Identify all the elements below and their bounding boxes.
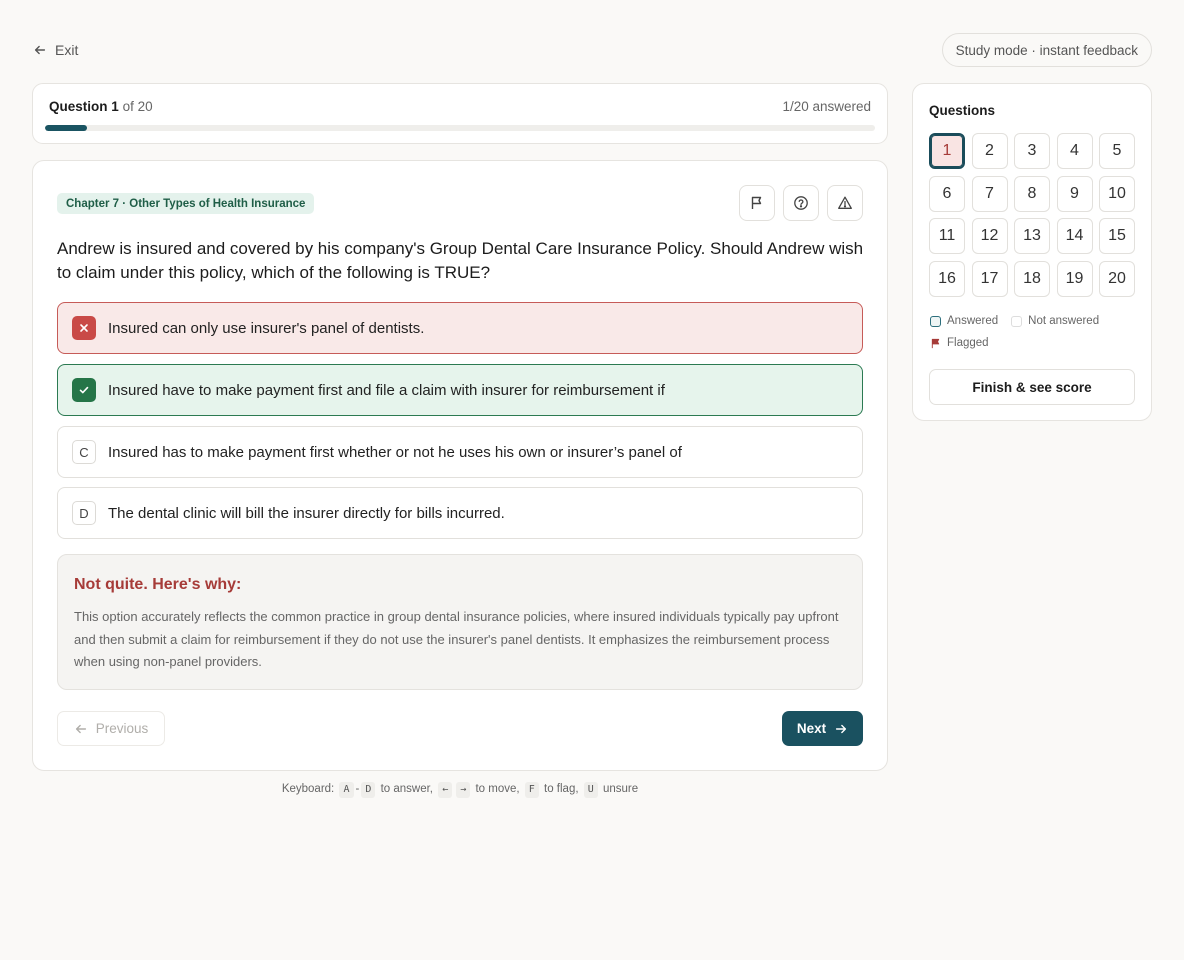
question-nav-12[interactable]: 12 (971, 218, 1008, 254)
hint-unsure: unsure (602, 783, 639, 795)
unsure-button[interactable] (783, 185, 819, 221)
flag-icon (931, 338, 940, 348)
keyboard-hint: Keyboard: A-D to answer, ← → to move, F t… (32, 782, 888, 798)
question-counter: Question 1 of 20 (49, 99, 153, 114)
option-c-badge: C (72, 440, 96, 464)
question-card: Chapter 7 · Other Types of Health Insura… (32, 160, 888, 771)
question-total: of 20 (122, 99, 153, 114)
question-nav-6[interactable]: 6 (929, 175, 965, 212)
hint-to-flag: to flag, (544, 783, 579, 795)
navigator-title: Questions (929, 103, 996, 118)
previous-label: Previous (95, 721, 149, 736)
option-b-badge (72, 378, 96, 402)
option-a-text: Insured can only use insurer's panel of … (108, 319, 425, 337)
question-grid: 1 2 3 4 5 6 7 8 9 10 11 12 13 14 15 16 17 18 19 20 (929, 133, 1135, 297)
navigator-legend: Answered Not answered Flagged (930, 314, 1112, 358)
next-label: Next (796, 721, 827, 736)
feedback-panel: Not quite. Here's why: This option accur… (57, 554, 863, 690)
keyboard-hint-prefix: Keyboard: (281, 783, 335, 795)
question-nav-4[interactable]: 4 (1056, 133, 1093, 169)
question-current-number: 1 (111, 99, 119, 114)
x-icon (80, 324, 88, 332)
feedback-title: Not quite. Here's why: (74, 576, 242, 593)
key-f: F (524, 782, 539, 798)
option-a-badge (72, 316, 96, 340)
question-nav-15[interactable]: 15 (1099, 218, 1135, 254)
question-word: Question (49, 99, 108, 114)
progress-bar (45, 125, 875, 131)
question-nav-7[interactable]: 7 (971, 175, 1008, 212)
hint-to-move: to move, (475, 783, 520, 795)
question-nav-18[interactable]: 18 (1014, 260, 1050, 297)
key-left: ← (438, 782, 453, 798)
study-mode-badge: Study mode · instant feedback (941, 33, 1152, 67)
question-nav-3[interactable]: 3 (1014, 133, 1050, 169)
legend-answered: Answered (930, 315, 998, 327)
option-d-text: The dental clinic will bill the insurer … (108, 504, 505, 522)
report-button[interactable] (827, 185, 863, 221)
question-nav-20[interactable]: 20 (1099, 260, 1135, 297)
question-nav-1[interactable]: 1 (929, 133, 965, 169)
arrow-left-icon (75, 724, 86, 733)
flag-icon (751, 196, 762, 209)
arrow-left-icon (34, 45, 46, 55)
legend-not-answered: Not answered (1011, 315, 1099, 327)
answer-option-c[interactable]: C Insured has to make payment first whet… (57, 426, 863, 478)
flag-button[interactable] (739, 185, 775, 221)
answered-count: 1/20 answered (782, 99, 871, 114)
progress-bar-fill (45, 125, 87, 131)
question-nav-14[interactable]: 14 (1056, 218, 1093, 254)
question-nav-11[interactable]: 11 (929, 218, 965, 254)
check-icon (79, 386, 89, 394)
legend-flagged-label: Flagged (947, 337, 989, 349)
question-nav-8[interactable]: 8 (1014, 175, 1050, 212)
question-nav-19[interactable]: 19 (1056, 260, 1093, 297)
exit-label: Exit (55, 42, 79, 58)
legend-answered-label: Answered (947, 315, 999, 327)
option-d-badge: D (72, 501, 96, 525)
key-dash: - (355, 783, 360, 795)
hint-to-answer: to answer, (380, 783, 433, 795)
question-text: Andrew is insured and covered by his com… (57, 239, 864, 282)
question-nav-17[interactable]: 17 (971, 260, 1008, 297)
question-tools (739, 185, 863, 221)
key-u: U (583, 782, 598, 798)
help-circle-icon (794, 196, 808, 210)
next-button[interactable]: Next (782, 711, 863, 746)
exit-button[interactable]: Exit (33, 40, 78, 60)
finish-button[interactable]: Finish & see score (929, 369, 1135, 405)
key-d: D (361, 782, 376, 798)
question-nav-2[interactable]: 2 (971, 133, 1008, 169)
warning-triangle-icon (838, 196, 852, 209)
question-nav-5[interactable]: 5 (1099, 133, 1135, 169)
key-a: A (339, 782, 354, 798)
answer-option-b[interactable]: Insured have to make payment first and f… (57, 364, 863, 416)
answer-option-d[interactable]: D The dental clinic will bill the insure… (57, 487, 863, 539)
question-nav-10[interactable]: 10 (1099, 175, 1135, 212)
chapter-tag: Chapter 7 · Other Types of Health Insura… (57, 193, 315, 214)
question-nav-13[interactable]: 13 (1014, 218, 1050, 254)
previous-button[interactable]: Previous (57, 711, 165, 746)
key-right: → (456, 782, 471, 798)
option-c-text: Insured has to make payment first whethe… (108, 443, 682, 461)
legend-not-answered-label: Not answered (1028, 315, 1100, 327)
answer-option-a[interactable]: Insured can only use insurer's panel of … (57, 302, 863, 354)
arrow-right-icon (836, 724, 847, 733)
answered-swatch (930, 315, 941, 327)
progress-card: Question 1 of 20 1/20 answered (32, 83, 888, 144)
question-nav-9[interactable]: 9 (1056, 175, 1093, 212)
question-navigator: Questions 1 2 3 4 5 6 7 8 9 10 11 12 13 14 15 16 17 18 19 2… (912, 83, 1152, 421)
feedback-explanation: This option accurately reflects the comm… (74, 609, 839, 669)
legend-flagged: Flagged (930, 337, 989, 349)
option-b-text: Insured have to make payment first and f… (108, 381, 665, 399)
question-nav-16[interactable]: 16 (929, 260, 965, 297)
not-answered-swatch (1011, 315, 1023, 327)
